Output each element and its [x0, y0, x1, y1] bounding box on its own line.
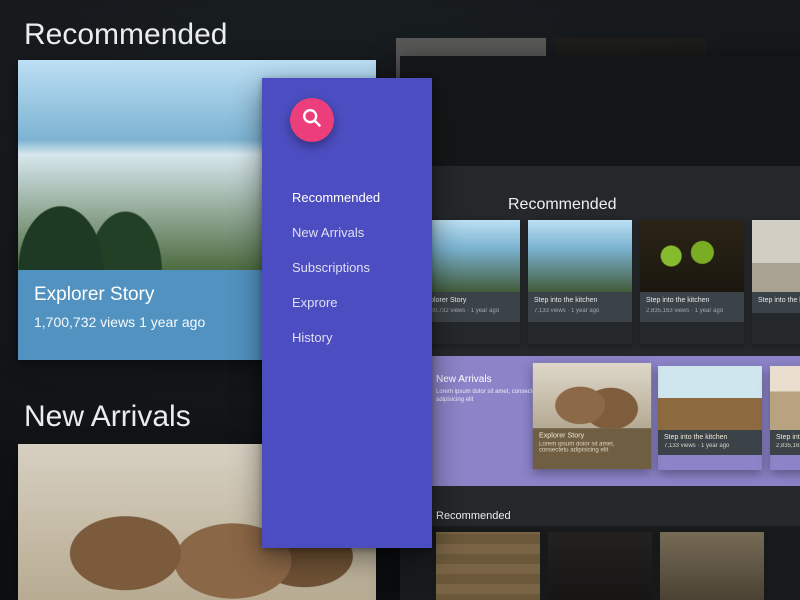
- video-thumbnail: [548, 532, 652, 600]
- sidebar-item-explore[interactable]: Exprore: [292, 295, 380, 310]
- sidebar-item-subscriptions[interactable]: Subscriptions: [292, 260, 380, 275]
- video-title: Step into the kitchen: [776, 434, 800, 441]
- nested-screen-headerband: [400, 56, 800, 166]
- video-title: Explorer Story: [422, 296, 514, 305]
- video-thumbnail: [658, 366, 762, 430]
- video-meta: 2,835,163 views · 1 year ago: [646, 307, 738, 315]
- video-meta: 2,835,163 views · 1 year ago: [776, 443, 800, 449]
- video-title: Step into the kitchen: [664, 434, 756, 441]
- video-title: Explorer Story: [539, 432, 645, 439]
- sidebar-item-recommended[interactable]: Recommended: [292, 190, 380, 205]
- section-heading-new-arrivals: New Arrivals: [24, 400, 191, 434]
- video-thumbnail: [752, 220, 800, 292]
- sidebar-item-history[interactable]: History: [292, 330, 380, 345]
- video-card[interactable]: Step into the kitchen 7,133 views · 1 yea…: [658, 366, 762, 470]
- video-meta: Lorem ipsum dolor sit amet, consectetu a…: [539, 442, 645, 454]
- video-card[interactable]: [436, 532, 540, 600]
- video-thumbnail: [533, 363, 651, 428]
- video-card[interactable]: Step into the kitchen 2,835,163 views · 1…: [770, 366, 800, 470]
- section-heading-recommended: Recommended: [24, 18, 227, 52]
- search-icon: [301, 107, 323, 134]
- video-title: Step into the kitchen: [534, 296, 626, 305]
- nested-recommended2-heading: Recommended: [436, 510, 511, 522]
- sidebar-drawer: Recommended New Arrivals Subscriptions E…: [262, 78, 432, 548]
- video-thumbnail: [528, 220, 632, 292]
- nested-new-arrivals-row[interactable]: Explorer Story Lorem ipsum dolor sit amet…: [534, 366, 800, 470]
- video-thumbnail: [660, 532, 764, 600]
- video-card[interactable]: Step into the kitchen 2,835,163 views · 1…: [640, 220, 744, 344]
- nested-recommended-row[interactable]: Explorer Story 1,700,732 views · 1 year a…: [416, 220, 800, 344]
- sidebar-item-new-arrivals[interactable]: New Arrivals: [292, 225, 380, 240]
- nested-screen: Recommended Explorer Story 1,700,732 view…: [400, 56, 800, 600]
- video-title: Step into the kitchen: [758, 296, 800, 305]
- video-meta: 7,133 views · 1 year ago: [664, 443, 756, 449]
- video-thumbnail: [640, 220, 744, 292]
- video-card[interactable]: Step into the kitchen 7,133 views · 1 yea…: [528, 220, 632, 344]
- video-thumbnail: [770, 366, 800, 430]
- video-card[interactable]: Step into the kitchen: [752, 220, 800, 344]
- video-card[interactable]: [548, 532, 652, 600]
- search-fab[interactable]: [290, 98, 334, 142]
- nested-new-arrivals-heading: New Arrivals: [436, 374, 492, 385]
- video-meta: 7,133 views · 1 year ago: [534, 307, 626, 315]
- nested-new-arrivals-subtext: Lorem ipsum dolor sit amet, consectetu a…: [436, 388, 546, 405]
- video-title: Step into the kitchen: [646, 296, 738, 305]
- nested-recommended-heading: Recommended: [508, 196, 617, 214]
- video-thumbnail: [436, 532, 540, 600]
- video-card-focused[interactable]: Explorer Story Lorem ipsum dolor sit amet…: [533, 363, 651, 469]
- nested-recommended2-row[interactable]: [436, 532, 800, 600]
- video-meta: 1,700,732 views · 1 year ago: [422, 307, 514, 315]
- sidebar-nav: Recommended New Arrivals Subscriptions E…: [292, 190, 380, 345]
- video-card[interactable]: [660, 532, 764, 600]
